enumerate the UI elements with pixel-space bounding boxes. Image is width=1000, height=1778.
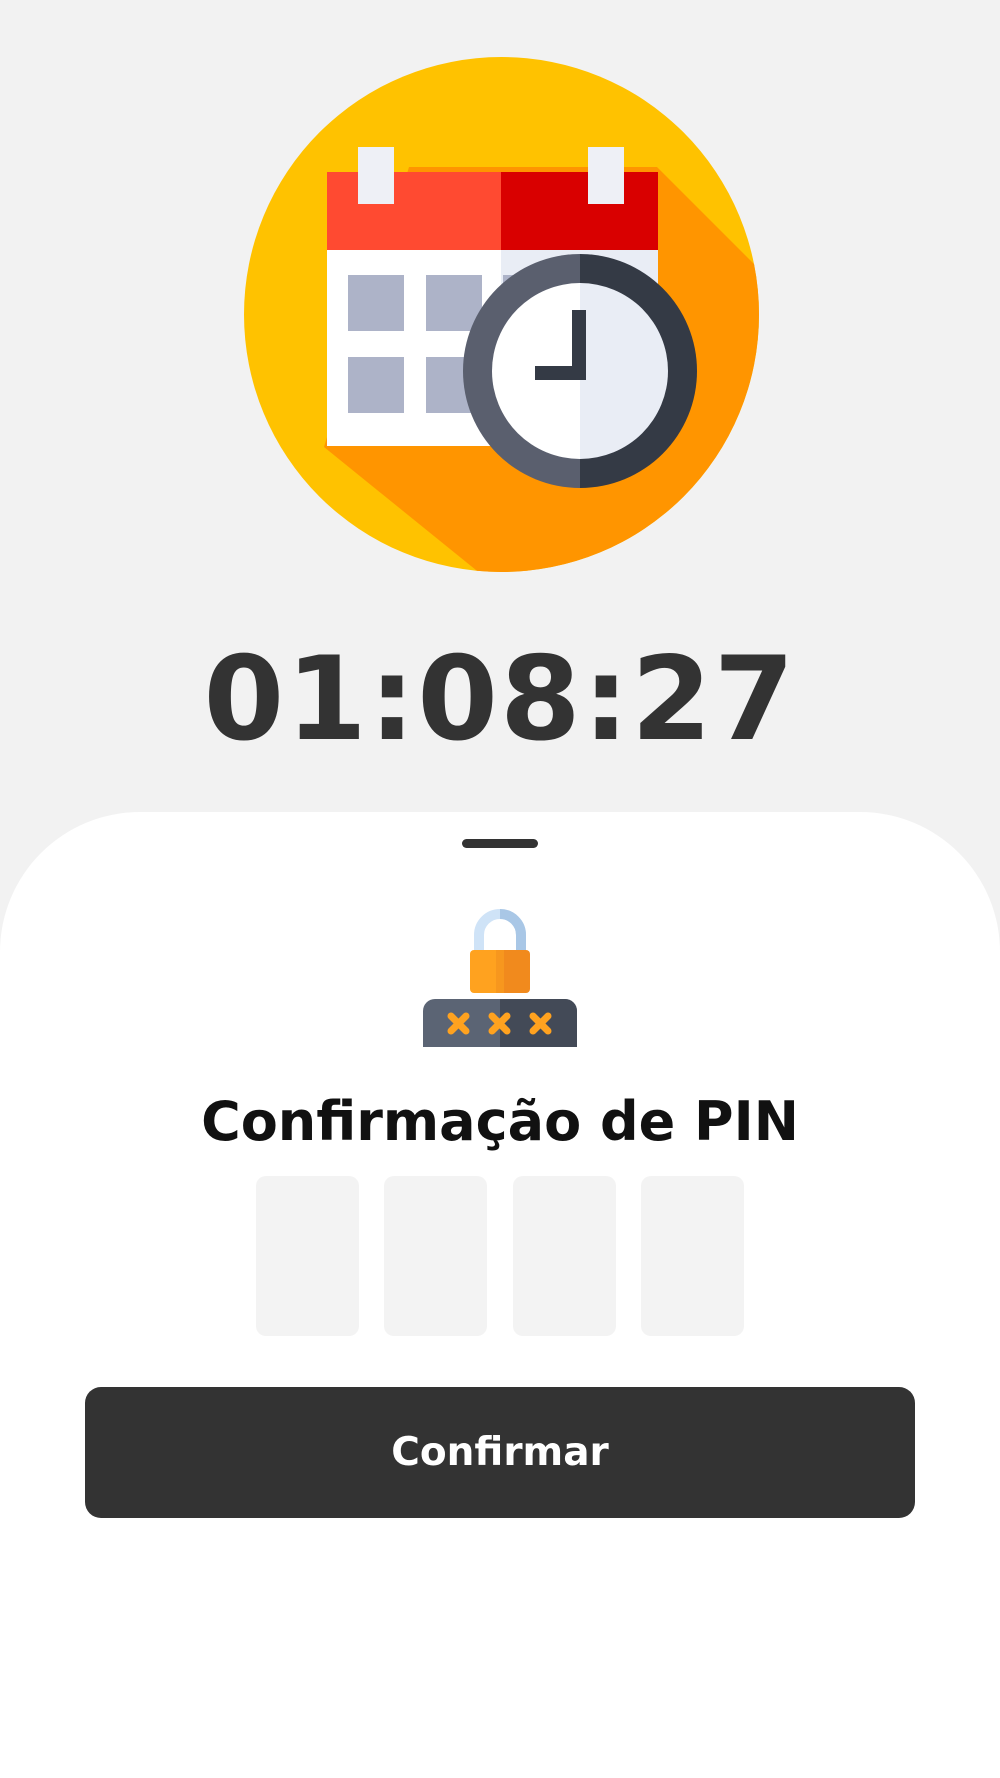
pin-bottom-sheet: Confirmação de PIN Confirmar — [0, 812, 1000, 1778]
pin-digit-4[interactable] — [640, 1176, 744, 1336]
countdown-timer: 01:08:27 — [203, 632, 797, 767]
confirm-button[interactable]: Confirmar — [85, 1387, 915, 1518]
pin-digit-3[interactable] — [512, 1176, 616, 1336]
pin-lock-icon — [421, 905, 579, 1059]
calendar-clock-icon — [244, 57, 759, 572]
pin-input-group — [256, 1176, 744, 1336]
drag-handle[interactable] — [462, 839, 538, 848]
pin-confirmation-screen: 01:08:27 Confirmação de PIN Confirmar — [0, 0, 1000, 1778]
pin-digit-2[interactable] — [384, 1176, 488, 1336]
pin-digit-1[interactable] — [256, 1176, 359, 1336]
pin-confirmation-title: Confirmação de PIN — [201, 1090, 799, 1153]
